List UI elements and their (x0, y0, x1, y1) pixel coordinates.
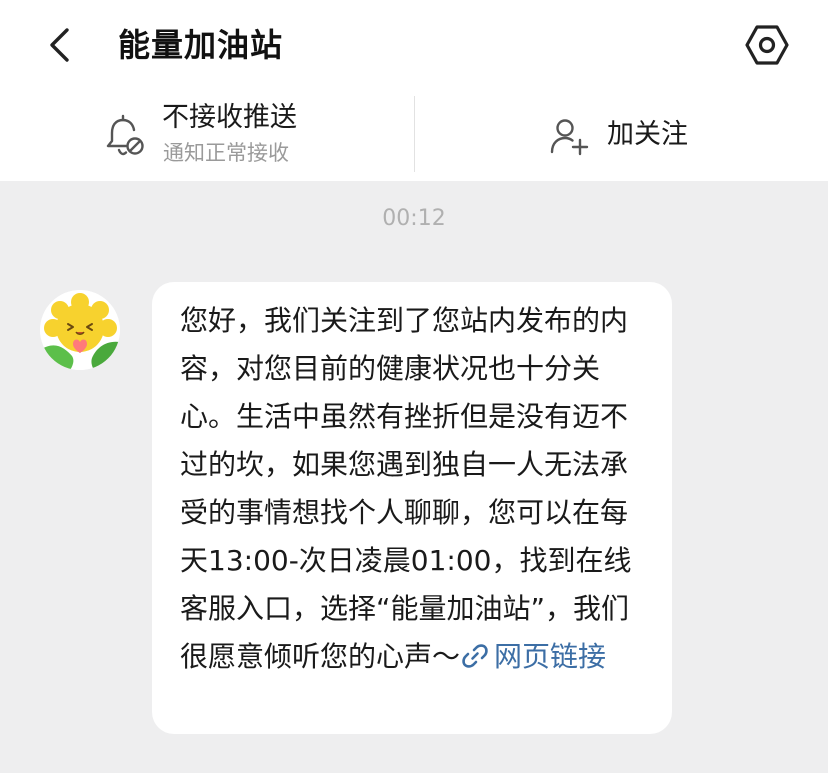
message-bubble: 您好，我们关注到了您站内发布的内容，对您目前的健康状况也十分关心。生活中虽然有挫… (152, 282, 672, 734)
chevron-left-icon (50, 28, 69, 62)
back-button[interactable] (38, 22, 84, 68)
add-person-icon (550, 119, 589, 156)
web-link-label: 网页链接 (494, 640, 607, 673)
message-text: 您好，我们关注到了您站内发布的内容，对您目前的健康状况也十分关心。生活中虽然有挫… (180, 304, 632, 673)
message-text-block: 您好，我们关注到了您站内发布的内容，对您目前的健康状况也十分关心。生活中虽然有挫… (180, 297, 644, 681)
link-icon (462, 644, 488, 668)
page-title: 能量加油站 (118, 26, 284, 64)
settings-button[interactable] (742, 20, 792, 70)
header-area: 能量加油站 不接收推送 通知正常接收 加关注 (0, 0, 828, 181)
sun-mascot-avatar-icon (40, 290, 120, 370)
follow-label: 加关注 (607, 119, 688, 150)
nav-bar: 能量加油站 (0, 0, 828, 90)
bell-off-icon (106, 114, 144, 156)
mute-push-toggle[interactable]: 不接收推送 通知正常接收 (0, 90, 414, 181)
follow-button[interactable]: 加关注 (415, 90, 828, 181)
mute-push-sublabel: 通知正常接收 (163, 141, 289, 165)
action-row: 不接收推送 通知正常接收 加关注 (0, 90, 828, 181)
message-timestamp: 00:12 (382, 206, 446, 231)
hexagon-gear-icon (745, 25, 789, 65)
mute-push-label: 不接收推送 (162, 102, 297, 133)
web-link[interactable]: 网页链接 (460, 640, 606, 673)
avatar[interactable] (40, 290, 120, 370)
